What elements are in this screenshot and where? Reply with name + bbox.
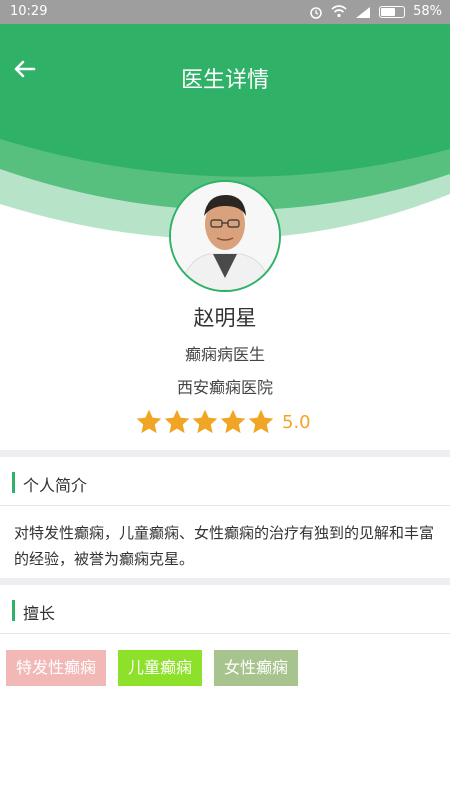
status-icons: 58% xyxy=(309,4,442,19)
doctor-avatar xyxy=(169,180,281,292)
specialty-tags: 特发性癫痫 儿童癫痫 女性癫痫 xyxy=(6,650,299,686)
intro-section-header: 个人简介 xyxy=(0,460,450,506)
section-accent-bar xyxy=(12,600,15,621)
battery-percent: 58% xyxy=(413,4,442,19)
battery-icon xyxy=(379,5,406,18)
section-divider xyxy=(0,578,450,585)
specialty-section-title: 擅长 xyxy=(23,604,56,623)
specialty-tag: 特发性癫痫 xyxy=(6,650,107,686)
doctor-name: 赵明星 xyxy=(193,306,257,330)
status-bar: 10:29 58% xyxy=(0,0,450,24)
specialty-tag: 女性癫痫 xyxy=(214,650,299,686)
page-title: 医生详情 xyxy=(180,68,269,93)
section-accent-bar xyxy=(12,472,15,493)
rating: 5.0 xyxy=(135,406,311,438)
rating-score: 5.0 xyxy=(282,411,311,433)
doctor-title: 癫痫病医生 xyxy=(184,345,265,364)
status-time: 10:29 xyxy=(10,4,48,19)
star-icon xyxy=(164,409,190,434)
doctor-hospital: 西安癫痫医院 xyxy=(176,378,273,397)
intro-section-title: 个人简介 xyxy=(23,476,88,495)
doctor-portrait xyxy=(171,182,279,290)
intro-text: 对特发性癫痫，儿童癫痫、女性癫痫的治疗有独到的见解和丰富的经验，被誉为癫痫克星。 xyxy=(14,524,435,568)
alarm-icon xyxy=(310,6,322,19)
specialty-section-header: 擅长 xyxy=(0,588,450,634)
star-icon xyxy=(192,409,218,434)
wifi-icon xyxy=(331,5,347,18)
star-icon xyxy=(248,409,274,434)
star-icon xyxy=(220,409,246,434)
specialty-tag: 儿童癫痫 xyxy=(118,650,203,686)
signal-icon xyxy=(356,6,371,18)
star-icon xyxy=(136,409,162,434)
section-divider xyxy=(0,450,450,457)
